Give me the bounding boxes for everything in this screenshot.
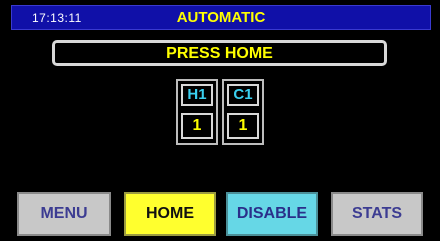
disable-button[interactable]: DISABLE (226, 192, 318, 236)
hmi-screen: 17:13:11 AUTOMATIC PRESS HOME H1 1 C1 1 … (0, 0, 440, 241)
unit-h1-panel: H1 1 (176, 79, 218, 145)
unit-c1-value: 1 (227, 113, 259, 139)
home-button[interactable]: HOME (124, 192, 216, 236)
menu-button[interactable]: MENU (17, 192, 111, 236)
unit-h1-label: H1 (181, 84, 213, 106)
status-bar: 17:13:11 AUTOMATIC (11, 5, 431, 30)
message-text: PRESS HOME (166, 45, 273, 62)
unit-h1-value: 1 (181, 113, 213, 139)
unit-c1-panel: C1 1 (222, 79, 264, 145)
mode-display: AUTOMATIC (176, 9, 266, 26)
unit-c1-label: C1 (227, 84, 259, 106)
message-box: PRESS HOME (52, 40, 387, 66)
stats-button[interactable]: STATS (331, 192, 423, 236)
